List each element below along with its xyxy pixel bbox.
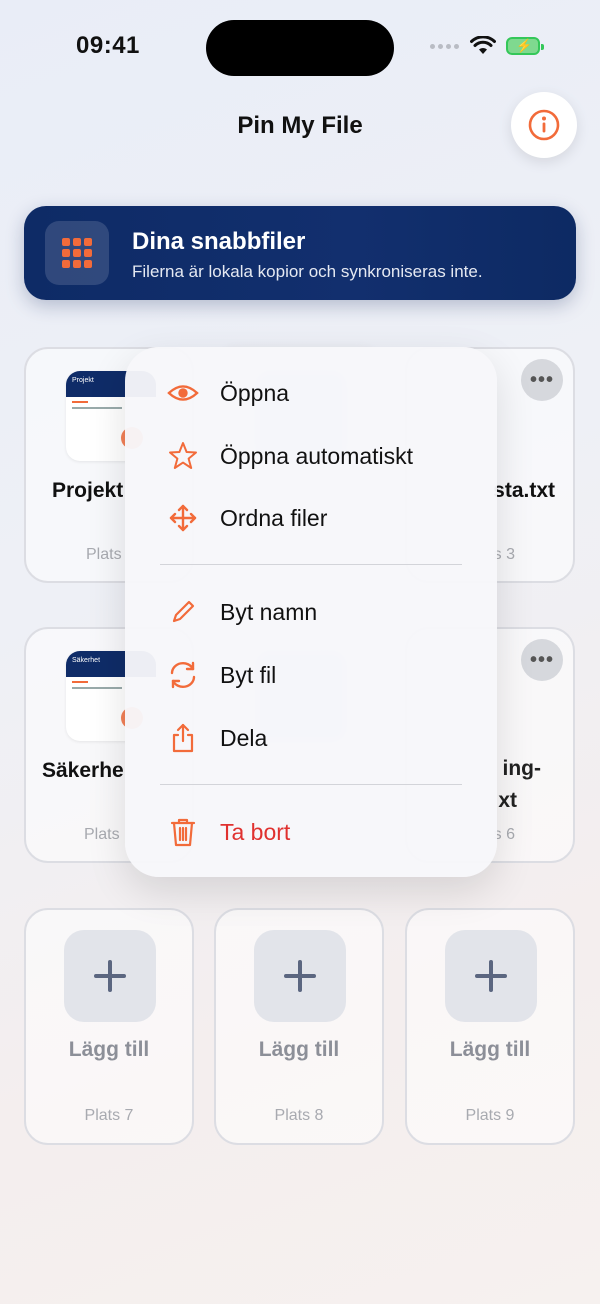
wifi-icon <box>470 36 496 54</box>
banner-subtitle: Filerna är lokala kopior och synkroniser… <box>132 262 483 281</box>
slot-label: Plats 8 <box>274 1107 324 1124</box>
context-menu: Öppna Öppna automatiskt Ordna filer Byt … <box>125 347 497 877</box>
cellular-signal-icon <box>430 44 459 49</box>
pencil-icon <box>167 598 199 626</box>
star-icon <box>167 442 199 470</box>
banner-title: Dina snabbfiler <box>132 228 306 255</box>
file-name-line1: ing- <box>502 757 541 780</box>
grid-icon <box>45 221 109 285</box>
replace-arrows-icon <box>167 661 199 689</box>
menu-separator <box>160 564 462 565</box>
slot-label: Plats 9 <box>465 1107 515 1124</box>
more-options-button[interactable]: ••• <box>521 639 563 681</box>
trash-icon <box>167 818 199 847</box>
menu-item-rename[interactable]: Byt namn <box>125 584 497 640</box>
menu-item-label: Byt namn <box>220 598 318 625</box>
battery-icon: ⚡ <box>506 37 544 55</box>
menu-item-arrange-files[interactable]: Ordna filer <box>125 490 497 546</box>
menu-item-label: Ordna filer <box>220 504 328 531</box>
menu-item-open-automatically[interactable]: Öppna automatiskt <box>125 428 497 484</box>
add-label: Lägg till <box>68 1038 150 1061</box>
slot-label: Plats 7 <box>84 1107 134 1124</box>
menu-item-share[interactable]: Dela <box>125 710 497 766</box>
add-label: Lägg till <box>258 1038 340 1061</box>
menu-item-replace-file[interactable]: Byt fil <box>125 647 497 703</box>
plus-icon <box>475 960 507 992</box>
app-title: Pin My File <box>237 112 363 139</box>
menu-item-label: Dela <box>220 724 268 751</box>
info-button[interactable] <box>511 92 577 158</box>
plus-icon <box>284 960 316 992</box>
eye-icon <box>167 379 199 407</box>
share-icon <box>167 723 199 753</box>
dynamic-island <box>206 20 394 76</box>
more-options-button[interactable]: ••• <box>521 359 563 401</box>
quick-files-banner: Dina snabbfiler Filerna är lokala kopior… <box>24 206 576 300</box>
add-label: Lägg till <box>449 1038 531 1061</box>
menu-item-open[interactable]: Öppna <box>125 365 497 421</box>
empty-slot-9[interactable]: Lägg till Plats 9 <box>405 908 575 1145</box>
menu-separator <box>160 784 462 785</box>
file-name-line2: xt <box>498 789 517 812</box>
menu-item-label: Ta bort <box>220 818 291 845</box>
menu-item-delete[interactable]: Ta bort <box>125 804 497 860</box>
add-button[interactable] <box>254 930 346 1022</box>
file-name: sta.txt <box>493 479 555 502</box>
plus-icon <box>94 960 126 992</box>
info-icon <box>528 109 560 141</box>
empty-slot-8[interactable]: Lägg till Plats 8 <box>214 908 384 1145</box>
add-button[interactable] <box>64 930 156 1022</box>
menu-item-label: Öppna automatiskt <box>220 442 414 469</box>
menu-item-label: Öppna <box>220 379 290 406</box>
move-arrows-icon <box>167 504 199 532</box>
empty-slot-7[interactable]: Lägg till Plats 7 <box>24 908 194 1145</box>
add-button[interactable] <box>445 930 537 1022</box>
status-time: 09:41 <box>76 32 140 59</box>
menu-item-label: Byt fil <box>220 661 277 688</box>
